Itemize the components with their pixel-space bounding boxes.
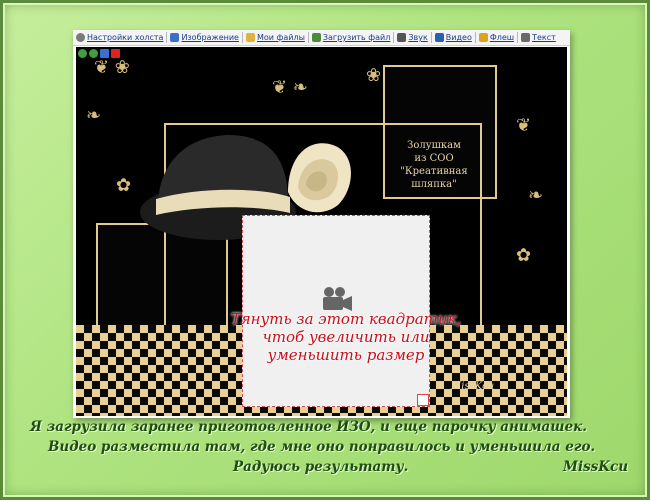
hint-line: Тянуть за этот квадратик, bbox=[230, 310, 462, 328]
editor-window: Настройки холста Изображение Мои файлы З… bbox=[73, 30, 570, 418]
flourish-ornament: ❦ bbox=[516, 115, 532, 136]
rotate-right-icon[interactable] bbox=[89, 49, 98, 58]
flourish-ornament: ❀ bbox=[366, 65, 382, 86]
hint-line: чтоб увеличить или bbox=[262, 328, 430, 346]
object-mini-toolbar bbox=[78, 49, 120, 59]
caption-line: Золушкам bbox=[407, 140, 461, 151]
toolbar-my-files[interactable]: Мои файлы bbox=[243, 30, 308, 45]
toolbar-label: Текст bbox=[532, 33, 556, 42]
video-camera-icon bbox=[323, 287, 352, 311]
toolbar-text[interactable]: Текст bbox=[518, 30, 559, 45]
flash-icon bbox=[478, 33, 488, 42]
editor-toolbar: Настройки холста Изображение Мои файлы З… bbox=[73, 30, 570, 46]
video-icon bbox=[434, 33, 444, 42]
image-icon bbox=[170, 33, 180, 42]
flourish-ornament: ❧ bbox=[528, 185, 544, 206]
flourish-ornament: ❦ ❀ bbox=[94, 57, 130, 78]
canvas-signature: MissKcu bbox=[451, 381, 495, 392]
flourish-ornament: ❧ bbox=[86, 105, 102, 126]
toolbar-label: Флеш bbox=[489, 33, 515, 42]
toolbar-sound[interactable]: Звук bbox=[394, 30, 430, 45]
toolbar-image[interactable]: Изображение bbox=[167, 30, 242, 45]
footer-signature: MissKcu bbox=[563, 459, 629, 475]
text-icon bbox=[521, 33, 531, 42]
upload-icon bbox=[311, 33, 321, 42]
footer-line: Радуюсь результату. bbox=[233, 459, 409, 475]
canvas-caption: Золушкам из СОО "Креативная шляпка" bbox=[386, 139, 482, 194]
resize-icon[interactable] bbox=[100, 49, 109, 58]
flourish-ornament: ✿ bbox=[516, 245, 532, 266]
folder-icon bbox=[245, 33, 255, 42]
editor-canvas[interactable]: ❦ ❀ ❧ ✿ ❦ ❧ ✿ ❦ ❧ ❀ Золушкам из СОО "Кре… bbox=[76, 47, 567, 416]
toolbar-label: Загрузить файл bbox=[322, 33, 391, 42]
toolbar-canvas-settings[interactable]: Настройки холста bbox=[73, 30, 166, 45]
toolbar-label: Мои файлы bbox=[256, 33, 305, 42]
hint-line: уменьшить размер bbox=[267, 346, 425, 364]
toolbar-upload-file[interactable]: Загрузить файл bbox=[309, 30, 393, 45]
flourish-ornament: ❦ ❧ bbox=[272, 77, 308, 98]
toolbar-flash[interactable]: Флеш bbox=[476, 30, 517, 45]
toolbar-label: Изображение bbox=[181, 33, 239, 42]
footer-line: Видео разместила там, где мне оно понрав… bbox=[48, 439, 596, 455]
speaker-icon bbox=[397, 33, 407, 42]
footer-line: Я загрузила заранее приготовленное ИЗО, … bbox=[30, 419, 587, 435]
toolbar-label: Звук bbox=[408, 33, 428, 42]
rotate-left-icon[interactable] bbox=[78, 49, 87, 58]
caption-line: "Креативная шляпка" bbox=[400, 166, 468, 190]
caption-line: из СОО bbox=[414, 153, 454, 164]
gear-icon bbox=[76, 33, 85, 42]
toolbar-label: Видео bbox=[445, 33, 472, 42]
toolbar-label: Настройки холста bbox=[87, 33, 164, 42]
toolbar-video[interactable]: Видео bbox=[432, 30, 475, 45]
close-icon[interactable] bbox=[111, 49, 120, 58]
resize-handle[interactable] bbox=[417, 394, 429, 406]
flourish-ornament: ✿ bbox=[116, 175, 132, 196]
resize-hint: Тянуть за этот квадратик, чтоб увеличить… bbox=[226, 310, 466, 364]
